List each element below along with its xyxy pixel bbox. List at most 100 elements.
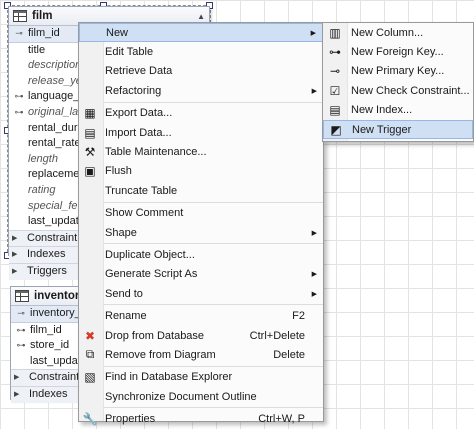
column-name: film_id <box>28 27 60 39</box>
menu-item-shortcut: Ctrl+W, P <box>258 413 305 426</box>
menu-item-label: Generate Script As <box>105 268 198 281</box>
menu-item-retrieve-data[interactable]: Retrieve Data <box>79 62 323 81</box>
foreign-key-icon: ⊶ <box>16 324 26 335</box>
expand-icon[interactable]: ▶ <box>14 370 24 386</box>
primary-key-icon: ⊸ <box>17 308 25 318</box>
menu-item-generate-script-as[interactable]: Generate Script As ▶ <box>79 265 323 284</box>
menu-item-rename[interactable]: Rename F2 <box>79 306 323 325</box>
column-name: description <box>28 59 82 72</box>
menu-item-find-in-database-explorer[interactable]: ▧ Find in Database Explorer <box>79 368 323 387</box>
column-name: title <box>28 43 46 56</box>
menu-item-label: New Check Constraint... <box>351 84 470 97</box>
foreign-key-icon: ⊶ <box>329 45 341 60</box>
collapse-icon[interactable]: ▲ <box>197 12 205 21</box>
menu-item-label: Table Maintenance... <box>105 146 207 159</box>
menu-separator <box>103 304 323 306</box>
expand-icon[interactable]: ▶ <box>14 387 24 403</box>
menu-item-shortcut: Ctrl+Delete <box>249 329 305 342</box>
menu-item-label: New Trigger <box>352 123 412 136</box>
find-explorer-icon: ▧ <box>84 370 96 385</box>
expand-icon[interactable]: ▶ <box>12 264 22 280</box>
menu-item-properties[interactable]: 🔧 Properties Ctrl+W, P <box>79 409 323 428</box>
menu-item-new-primary-key[interactable]: ⊸ New Primary Key... <box>323 62 473 81</box>
index-icon: ▤ <box>329 103 341 118</box>
menu-item-new-column[interactable]: ▥ New Column... <box>323 23 473 42</box>
menu-item-label: Show Comment <box>105 207 184 220</box>
check-constraint-icon: ☑ <box>329 83 341 98</box>
menu-item-shortcut: Delete <box>273 348 305 361</box>
expand-icon[interactable]: ▶ <box>12 247 22 263</box>
menu-item-label: New <box>106 26 129 39</box>
import-data-icon: ▤ <box>84 125 96 140</box>
trigger-icon: ◩ <box>330 122 342 137</box>
menu-item-drop-from-database[interactable]: ✖ Drop from Database Ctrl+Delete <box>79 326 323 345</box>
column-name: release_ye <box>28 74 82 87</box>
column-name: store_id <box>30 339 70 352</box>
column-name: rental_dur <box>28 121 78 134</box>
menu-item-shape[interactable]: Shape ▶ <box>79 223 323 242</box>
column-name: rental_rate <box>28 137 81 150</box>
primary-key-icon: ⊸ <box>329 64 341 79</box>
menu-item-import-data[interactable]: ▤ Import Data... <box>79 123 323 142</box>
menu-separator <box>103 101 323 103</box>
menu-item-new-trigger[interactable]: ◩ New Trigger <box>323 119 473 140</box>
menu-item-label: Edit Table <box>105 46 154 59</box>
section-label: Constraint <box>27 231 78 244</box>
column-name: rating <box>28 183 56 196</box>
menu-item-export-data[interactable]: ▦ Export Data... <box>79 104 323 123</box>
menu-item-refactoring[interactable]: Refactoring ▶ <box>79 81 323 100</box>
menu-item-new-index[interactable]: ▤ New Index... <box>323 101 473 120</box>
section-label: Indexes <box>27 248 66 261</box>
menu-item-label: New Column... <box>351 26 424 39</box>
menu-item-synchronize-document-outline[interactable]: Synchronize Document Outline <box>79 387 323 406</box>
menu-item-label: Find in Database Explorer <box>105 371 233 384</box>
table-icon <box>13 10 27 22</box>
menu-item-label: Refactoring <box>105 84 162 97</box>
entity-title: film <box>32 10 53 22</box>
menu-item-label: Properties <box>105 413 156 426</box>
menu-item-label: Flush <box>105 165 132 178</box>
menu-item-edit-table[interactable]: Edit Table <box>79 42 323 61</box>
menu-item-new[interactable]: New ▶ <box>79 23 323 43</box>
flush-icon: ▣ <box>84 164 96 179</box>
menu-separator <box>103 201 323 203</box>
menu-item-remove-from-diagram[interactable]: ⧉ Remove from Diagram Delete <box>79 345 323 364</box>
menu-item-flush[interactable]: ▣ Flush <box>79 162 323 181</box>
menu-item-label: Shape <box>105 226 137 239</box>
expand-icon[interactable]: ▶ <box>12 231 22 247</box>
column-name: special_fe <box>28 199 78 212</box>
menu-item-truncate-table[interactable]: Truncate Table <box>79 181 323 200</box>
foreign-key-icon: ⊶ <box>16 340 26 351</box>
menu-item-table-maintenance[interactable]: ⚒ Table Maintenance... <box>79 142 323 161</box>
menu-item-duplicate-object[interactable]: Duplicate Object... <box>79 245 323 264</box>
menu-item-label: Rename <box>105 310 147 323</box>
new-submenu: ▥ New Column... ⊶ New Foreign Key... ⊸ New Pr… <box>322 22 474 142</box>
column-name: original_la <box>28 105 79 118</box>
menu-item-label: New Primary Key... <box>351 65 445 78</box>
menu-item-send-to[interactable]: Send to ▶ <box>79 284 323 303</box>
submenu-arrow-icon: ▶ <box>311 229 317 237</box>
column-name: length <box>28 152 58 165</box>
submenu-arrow-icon: ▶ <box>310 29 316 37</box>
menu-item-label: Send to <box>105 287 143 300</box>
section-label: Constraint <box>29 371 80 384</box>
menu-item-label: Export Data... <box>105 107 173 120</box>
menu-item-label: New Index... <box>351 104 413 117</box>
submenu-arrow-icon: ▶ <box>311 271 317 279</box>
column-name: last_updat <box>30 354 81 367</box>
primary-key-icon: ⊸ <box>15 28 23 38</box>
column-name: language_ <box>28 90 80 103</box>
foreign-key-icon: ⊶ <box>14 106 24 117</box>
menu-item-label: Retrieve Data <box>105 65 173 78</box>
menu-item-shortcut: F2 <box>292 310 305 323</box>
menu-item-new-foreign-key[interactable]: ⊶ New Foreign Key... <box>323 42 473 61</box>
menu-separator <box>103 407 323 409</box>
column-name: last_updat <box>28 215 79 228</box>
menu-item-label: Remove from Diagram <box>105 348 216 361</box>
menu-item-label: New Foreign Key... <box>351 46 444 59</box>
section-label: Indexes <box>29 387 68 400</box>
menu-item-new-check-constraint[interactable]: ☑ New Check Constraint... <box>323 81 473 100</box>
menu-item-label: Synchronize Document Outline <box>105 390 257 403</box>
menu-item-show-comment[interactable]: Show Comment <box>79 204 323 223</box>
menu-separator <box>103 243 323 245</box>
